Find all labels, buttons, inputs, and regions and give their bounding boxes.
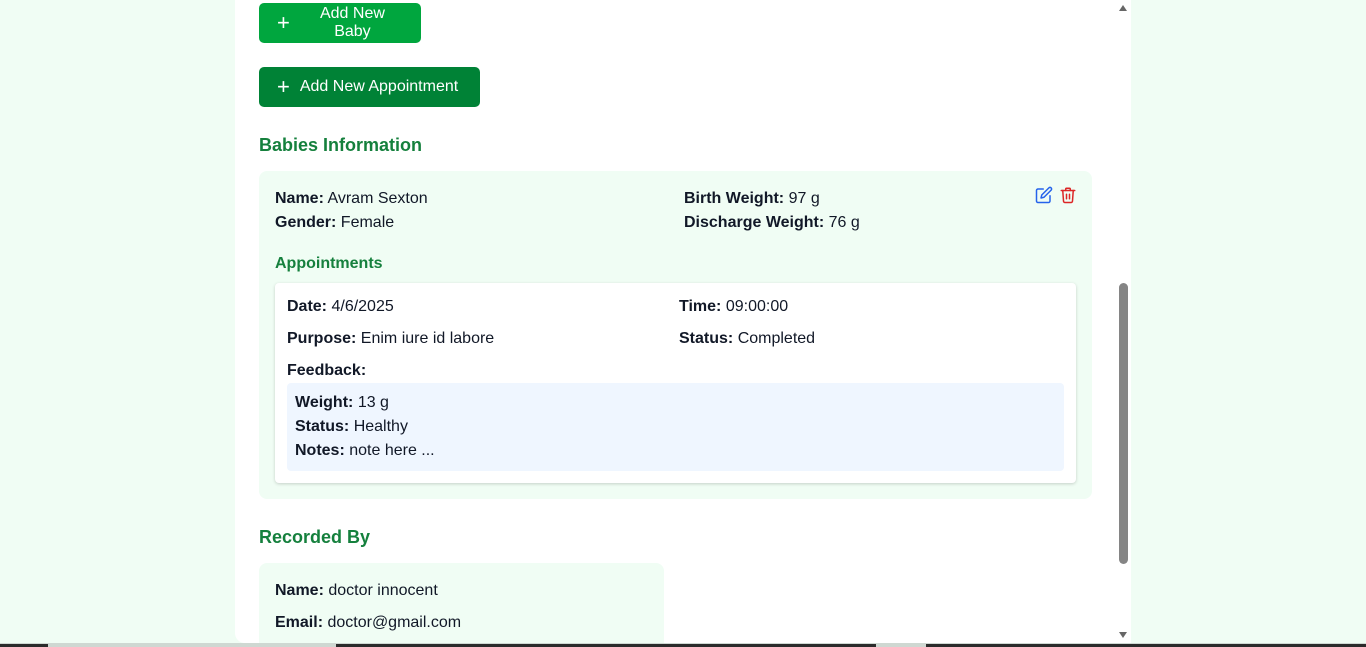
recorder-email-value: doctor@gmail.com [327, 614, 462, 631]
discharge-weight-value: 76 g [828, 214, 860, 231]
appointment-status-row: Status: Completed [679, 330, 815, 348]
recorder-email-label: Email: [275, 614, 324, 631]
feedback-weight-value: 13 g [357, 394, 389, 411]
feedback-notes-label: Notes: [295, 442, 345, 459]
add-appointment-label: Add New Appointment [299, 78, 459, 95]
feedback-box: Weight: 13 g Status: Healthy Notes: note… [287, 383, 1064, 471]
add-appointment-button[interactable]: + Add New Appointment [259, 67, 480, 107]
scroll-thumb[interactable] [1119, 283, 1128, 564]
appointment-card: Date: 4/6/2025 Time: 09:00:00 Purpose: E… [275, 283, 1076, 483]
scroll-down-arrow-icon[interactable] [1118, 631, 1128, 639]
baby-name-label: Name: [275, 190, 324, 207]
appointment-date-row: Date: 4/6/2025 [287, 298, 394, 316]
feedback-label: Feedback: [287, 362, 366, 380]
appointment-time-row: Time: 09:00:00 [679, 298, 788, 316]
appointment-status-value: Completed [737, 330, 816, 347]
baby-gender-label: Gender: [275, 214, 337, 231]
add-baby-label: Add New Baby [319, 5, 385, 40]
appointments-title: Appointments [275, 255, 383, 272]
feedback-status-row: Status: Healthy [295, 418, 408, 436]
add-baby-button[interactable]: + Add New Baby [259, 3, 421, 43]
feedback-weight-label: Weight: [295, 394, 354, 411]
feedback-status-label: Status: [295, 418, 350, 435]
appointment-purpose-value: Enim iure id labore [360, 330, 495, 347]
edit-icon[interactable] [1035, 186, 1053, 204]
recorded-by-card: Name: doctor innocent Email: doctor@gmai… [259, 563, 664, 643]
birth-weight-row: Birth Weight: 97 g [684, 190, 820, 208]
birth-weight-value: 97 g [788, 190, 820, 207]
trash-icon[interactable] [1059, 186, 1077, 204]
feedback-notes-value: note here ... [349, 442, 435, 459]
baby-name-value: Avram Sexton [327, 190, 428, 207]
feedback-status-value: Healthy [353, 418, 408, 435]
baby-gender-value: Female [340, 214, 395, 231]
appointment-purpose-row: Purpose: Enim iure id labore [287, 330, 494, 348]
recorded-by-title: Recorded By [259, 527, 371, 547]
appointment-time-value: 09:00:00 [725, 298, 789, 315]
plus-icon: + [277, 10, 290, 35]
baby-card: Name: Avram Sexton Gender: Female Birth … [259, 171, 1092, 499]
recorder-name-value: doctor innocent [328, 582, 438, 599]
babies-section-title: Babies Information [259, 135, 423, 155]
recorder-name-label: Name: [275, 582, 324, 599]
feedback-notes-row: Notes: note here ... [295, 442, 435, 460]
appointment-purpose-label: Purpose: [287, 330, 357, 347]
scroll-up-arrow-icon[interactable] [1118, 4, 1128, 12]
main-panel: + Add New Baby + Add New Appointment Bab… [235, 0, 1131, 643]
feedback-label-text: Feedback: [287, 362, 367, 379]
birth-weight-label: Birth Weight: [684, 190, 785, 207]
plus-icon: + [277, 74, 290, 99]
feedback-weight-row: Weight: 13 g [295, 394, 389, 412]
taskbar-strip [0, 643, 1366, 647]
discharge-weight-label: Discharge Weight: [684, 214, 825, 231]
appointment-date-value: 4/6/2025 [331, 298, 394, 315]
discharge-weight-row: Discharge Weight: 76 g [684, 214, 860, 232]
appointment-date-label: Date: [287, 298, 328, 315]
recorder-name-row: Name: doctor innocent [275, 582, 438, 600]
appointment-status-label: Status: [679, 330, 734, 347]
baby-gender-row: Gender: Female [275, 214, 394, 232]
scrollbar[interactable] [1115, 0, 1131, 643]
appointment-time-label: Time: [679, 298, 722, 315]
recorder-email-row: Email: doctor@gmail.com [275, 614, 461, 632]
baby-name-row: Name: Avram Sexton [275, 190, 428, 208]
